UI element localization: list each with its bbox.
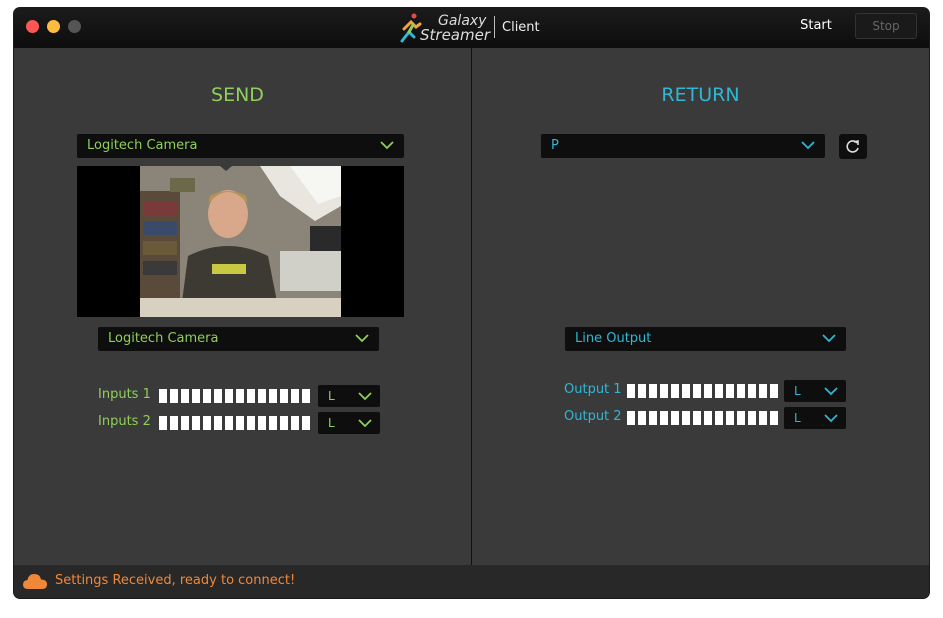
chevron-down-icon [824,414,838,423]
meter-label: Output 2 [564,409,622,424]
channel-value: L [794,384,801,398]
video-notch [220,166,232,171]
chevron-down-icon [801,141,815,150]
return-title: RETURN [661,84,740,106]
client-label: Client [502,20,540,35]
refresh-icon [846,139,859,153]
close-window-button[interactable] [26,20,39,33]
zoom-window-button[interactable] [68,20,81,33]
channel-value: L [328,416,335,430]
stop-button[interactable]: Stop [855,13,917,39]
send-meter-row-2: Inputs 2 L [98,412,388,434]
level-meter [159,416,310,430]
chevron-down-icon [358,419,372,428]
channel-value: L [328,389,335,403]
status-message: Settings Received, ready to connect! [55,573,296,588]
chevron-down-icon [822,334,836,343]
meter-label: Inputs 1 [98,387,151,402]
chevron-down-icon [380,141,394,150]
galaxy-streamer-logo: Galaxy Streamer [400,11,500,45]
return-panel: RETURN P Line Output Output 1 L Output 2… [472,48,929,565]
send-video-source-dropdown[interactable]: Logitech Camera [77,134,404,158]
meter-label: Output 1 [564,382,622,397]
level-meter [627,384,778,398]
title-divider [494,16,495,38]
send-title: SEND [211,84,264,106]
return-meter-row-2: Output 2 L [564,407,854,429]
level-meter [159,389,310,403]
app-window: Galaxy Streamer Client Start Stop SEND L… [14,8,929,598]
channel-select[interactable]: L [318,385,380,407]
meter-label: Inputs 2 [98,414,151,429]
title-bar: Galaxy Streamer Client Start Stop [14,8,929,48]
return-video-source-value: P [551,138,559,153]
send-panel: SEND Logitech Camera Logitech Camera Inp… [14,48,471,565]
channel-value: L [794,411,801,425]
return-audio-output-dropdown[interactable]: Line Output [565,327,846,351]
return-audio-output-value: Line Output [575,331,652,346]
start-button[interactable]: Start [792,14,840,38]
return-video-source-dropdown[interactable]: P [541,134,825,158]
send-audio-source-dropdown[interactable]: Logitech Camera [98,327,379,351]
send-meter-row-1: Inputs 1 L [98,385,388,407]
channel-select[interactable]: L [318,412,380,434]
chevron-down-icon [355,334,369,343]
status-bar: Settings Received, ready to connect! [14,565,929,598]
channel-select[interactable]: L [784,407,846,429]
chevron-down-icon [824,387,838,396]
level-meter [627,411,778,425]
logo-line-2: Streamer [420,26,490,44]
camera-feed-image [140,166,341,317]
chevron-down-icon [358,392,372,401]
send-audio-source-value: Logitech Camera [108,331,219,346]
refresh-button[interactable] [839,134,867,159]
return-meter-row-1: Output 1 L [564,380,854,402]
send-video-preview [77,166,404,317]
channel-select[interactable]: L [784,380,846,402]
send-video-source-value: Logitech Camera [87,138,198,153]
minimize-window-button[interactable] [47,20,60,33]
cloud-icon [23,574,47,589]
runner-logo-icon [400,13,422,43]
